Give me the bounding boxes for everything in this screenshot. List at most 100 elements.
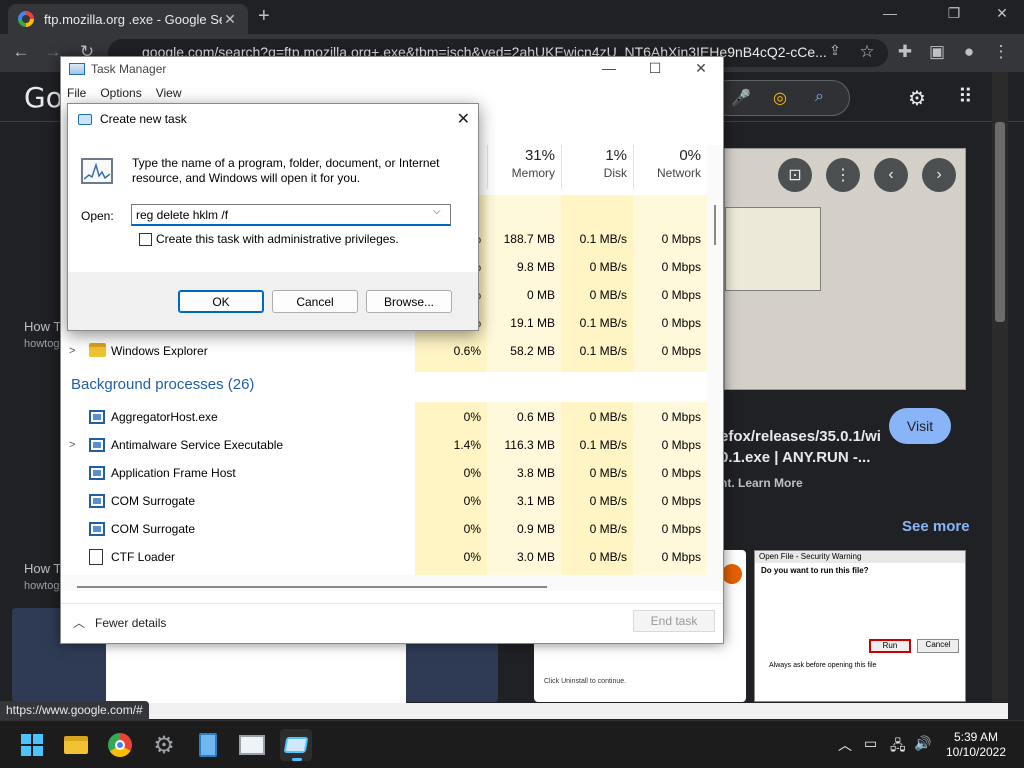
table-row-windows-explorer[interactable]: > Windows Explorer 0.6% 58.2 MB 0.1 MB/s…	[61, 337, 707, 365]
browse-button[interactable]: Browse...	[366, 290, 452, 313]
learn-more-link[interactable]: nt. Learn More	[720, 476, 803, 490]
notepad-taskbar-icon[interactable]	[192, 729, 224, 761]
fewer-details-toggle[interactable]: ︿ Fewer details	[73, 614, 166, 631]
restore-icon[interactable]: ❐	[942, 5, 966, 22]
result-cite: howtog	[24, 338, 60, 350]
more-options-icon[interactable]: ⋮	[826, 158, 860, 192]
menu-file[interactable]: File	[67, 86, 86, 100]
column-header-memory[interactable]: 31% Memory	[487, 145, 561, 189]
background-processes-header[interactable]: Background processes (26)	[71, 376, 254, 393]
windows-logo-icon	[21, 734, 43, 756]
dialog-close-icon[interactable]: ✕	[457, 109, 470, 129]
visit-button[interactable]: Visit	[889, 408, 951, 444]
volume-icon[interactable]: 🔊	[914, 735, 931, 752]
column-header-disk[interactable]: 1% Disk	[561, 145, 633, 189]
lens-search-icon[interactable]: ⊡	[778, 158, 812, 192]
tm-maximize-icon[interactable]: ☐	[641, 60, 669, 77]
menu-options[interactable]: Options	[100, 86, 141, 100]
table-row[interactable]: Application Frame Host 0% 3.8 MB 0 MB/s …	[61, 459, 707, 487]
expand-chevron-icon[interactable]: >	[69, 337, 75, 365]
preview-window-graphic	[725, 207, 821, 291]
new-tab-button[interactable]: +	[258, 5, 270, 28]
chrome-menu-icon[interactable]: ⋮	[990, 42, 1012, 62]
bookmark-star-icon[interactable]: ☆	[856, 42, 878, 62]
see-more-link[interactable]: See more	[902, 518, 970, 535]
settings-gear-icon[interactable]: ⚙	[908, 86, 926, 111]
close-window-icon[interactable]: ✕	[990, 5, 1014, 22]
google-logo[interactable]: Go	[24, 81, 63, 114]
result-title[interactable]: How T	[24, 319, 61, 334]
run-icon	[78, 113, 92, 125]
admin-privileges-label[interactable]: Create this task with administrative pri…	[156, 232, 399, 246]
thumbnail-run-button: Run	[869, 639, 911, 653]
chrome-taskbar-icon[interactable]	[104, 729, 136, 761]
task-manager-taskbar-icon[interactable]	[236, 729, 268, 761]
back-arrow-icon[interactable]: ←	[10, 42, 32, 62]
task-manager-title: Task Manager	[91, 62, 167, 76]
dialog-titlebar[interactable]: Create new task	[68, 104, 478, 134]
preview-result-title[interactable]: efox/releases/35.0.1/wi	[720, 428, 881, 445]
tab-close-icon[interactable]: ✕	[222, 11, 238, 28]
table-row[interactable]: > Antimalware Service Executable 1.4% 11…	[61, 431, 707, 459]
system-clock[interactable]: 5:39 AM 10/10/2022	[940, 730, 1012, 760]
process-icon	[89, 494, 105, 508]
thumbnail-checkbox-label: Always ask before opening this file	[769, 662, 877, 669]
search-icon[interactable]: ⌕	[815, 88, 824, 106]
side-panel-icon[interactable]: ▣	[926, 42, 948, 62]
tray-app-icon[interactable]: ▭	[864, 735, 877, 752]
settings-taskbar-icon[interactable]: ⚙	[148, 729, 180, 761]
thumbnail-cancel-button: Cancel	[917, 639, 959, 653]
scrollbar-thumb[interactable]	[995, 122, 1005, 322]
page-vertical-scrollbar[interactable]	[992, 72, 1008, 702]
network-icon[interactable]: 🖧	[890, 735, 906, 759]
column-header-network[interactable]: 0% Network	[633, 145, 707, 189]
table-row[interactable]: CTF Loader 0% 3.0 MB 0 MB/s 0 Mbps	[61, 543, 707, 571]
preview-result-title-cont[interactable]: 0.1.exe | ANY.RUN -...	[720, 449, 870, 466]
page-horizontal-scrollbar[interactable]	[0, 703, 1008, 719]
previous-image-icon[interactable]: ‹	[874, 158, 908, 192]
create-new-task-dialog[interactable]: Create new task ✕ Type the name of a pro…	[67, 103, 479, 331]
cancel-button[interactable]: Cancel	[272, 290, 358, 313]
admin-privileges-checkbox[interactable]	[139, 233, 152, 246]
run-taskbar-icon[interactable]	[280, 729, 312, 761]
profile-avatar-icon[interactable]: ●	[958, 42, 980, 62]
search-box-tail[interactable]: 🎤 ◎ ⌕	[710, 80, 850, 116]
task-manager-titlebar[interactable]: Task Manager	[61, 57, 723, 81]
result-cite: howtog	[24, 580, 60, 592]
minimize-icon[interactable]: —	[878, 5, 902, 21]
browser-tab[interactable]: ftp.mozilla.org .exe - Google Sea ✕	[8, 4, 248, 34]
process-table-vscrollbar[interactable]	[707, 145, 723, 575]
google-favicon-icon	[18, 11, 34, 27]
chevron-up-icon: ︿	[73, 616, 86, 630]
open-command-input[interactable]	[131, 204, 451, 226]
file-explorer-taskbar-icon[interactable]	[60, 729, 92, 761]
apps-grid-icon[interactable]: ⠿	[958, 84, 973, 109]
scrollbar-thumb[interactable]	[77, 586, 547, 588]
camera-lens-icon[interactable]: ◎	[773, 88, 787, 108]
menu-view[interactable]: View	[156, 86, 182, 100]
clock-date: 10/10/2022	[945, 745, 1007, 759]
windows-taskbar: ⚙ ︿ ▭ 🖧 🔊 5:39 AM 10/10/2022	[0, 720, 1024, 768]
security-warning-thumbnail[interactable]: Open File - Security Warning Do you want…	[754, 550, 966, 702]
table-row[interactable]: COM Surrogate 0% 0.9 MB 0 MB/s 0 Mbps	[61, 515, 707, 543]
microphone-icon[interactable]: 🎤	[731, 88, 751, 108]
show-hidden-icons-chevron-icon[interactable]: ︿	[838, 735, 852, 755]
expand-chevron-icon[interactable]: >	[69, 431, 75, 459]
process-icon	[89, 410, 105, 424]
table-row[interactable]: AggregatorHost.exe 0% 0.6 MB 0 MB/s 0 Mb…	[61, 403, 707, 431]
table-row[interactable]: COM Surrogate 0% 3.1 MB 0 MB/s 0 Mbps	[61, 487, 707, 515]
tm-minimize-icon[interactable]: —	[595, 60, 623, 76]
start-button[interactable]	[16, 729, 48, 761]
tm-close-icon[interactable]: ✕	[687, 60, 715, 77]
extensions-puzzle-icon[interactable]: ✚	[894, 42, 916, 62]
next-image-icon[interactable]: ›	[922, 158, 956, 192]
ok-button[interactable]: OK	[178, 290, 264, 313]
share-icon[interactable]: ⇪	[824, 42, 846, 59]
process-table-hscrollbar[interactable]	[61, 575, 723, 591]
scrollbar-thumb[interactable]	[714, 205, 716, 245]
result-title[interactable]: How T	[24, 561, 61, 576]
tab-title: ftp.mozilla.org .exe - Google Sea	[44, 11, 222, 27]
task-manager-icon	[69, 63, 85, 75]
end-task-button[interactable]: End task	[633, 610, 715, 632]
chevron-down-icon[interactable]: ⌵	[433, 206, 441, 217]
